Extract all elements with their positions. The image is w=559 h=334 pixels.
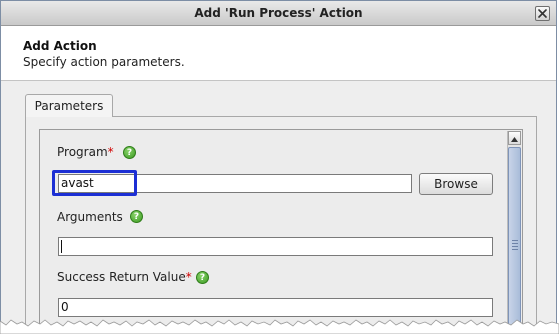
- program-input[interactable]: avast: [58, 174, 412, 193]
- scroll-up-button[interactable]: [508, 131, 521, 145]
- program-label: Program*: [57, 145, 114, 159]
- header-subtitle: Specify action parameters.: [23, 55, 185, 69]
- run-process-dialog: Add 'Run Process' Action Add Action Spec…: [0, 0, 557, 334]
- arguments-input[interactable]: [58, 237, 493, 256]
- close-button[interactable]: [535, 6, 550, 21]
- grip-line: [512, 240, 518, 241]
- required-marker: *: [107, 145, 114, 159]
- header-title: Add Action: [23, 39, 97, 53]
- grip-line: [512, 243, 518, 244]
- grip-line: [512, 246, 518, 247]
- window-title: Add 'Run Process' Action: [194, 6, 363, 20]
- browse-button[interactable]: Browse: [419, 173, 493, 195]
- header-panel: Add Action Specify action parameters.: [1, 26, 556, 81]
- close-icon: [538, 7, 547, 21]
- text-caret: [61, 240, 62, 253]
- help-icon[interactable]: ?: [130, 210, 143, 223]
- success-return-value-input[interactable]: 0: [58, 298, 493, 317]
- arrow-up-icon: [511, 131, 518, 145]
- success-return-value-label: Success Return Value*: [57, 270, 192, 284]
- vertical-scrollbar[interactable]: [507, 131, 521, 334]
- grip-line: [512, 249, 518, 250]
- success-return-value-label-text: Success Return Value: [57, 270, 186, 284]
- tab-parameters-label: Parameters: [34, 99, 104, 113]
- tab-parameters[interactable]: Parameters: [25, 94, 113, 117]
- help-icon[interactable]: ?: [123, 146, 136, 159]
- program-label-text: Program: [57, 145, 108, 159]
- title-bar[interactable]: Add 'Run Process' Action: [1, 1, 556, 26]
- help-icon[interactable]: ?: [196, 271, 209, 284]
- scroll-thumb[interactable]: [508, 147, 521, 334]
- required-marker: *: [185, 270, 192, 284]
- arguments-label: Arguments: [57, 210, 123, 224]
